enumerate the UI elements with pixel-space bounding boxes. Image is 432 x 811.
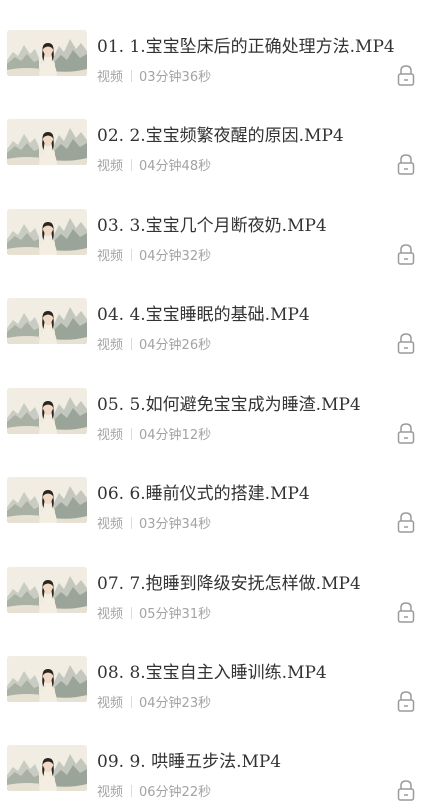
duration-label: 06分钟22秒 <box>139 785 212 800</box>
video-meta: 视频 04分钟48秒 <box>97 155 211 174</box>
video-title[interactable]: 01. 1.宝宝坠床后的正确处理方法.MP4 <box>97 32 395 57</box>
video-meta: 视频 04分钟32秒 <box>97 245 211 264</box>
meta-divider <box>131 517 133 529</box>
video-meta: 视频 05分钟31秒 <box>97 603 211 622</box>
video-thumbnail[interactable] <box>7 656 87 702</box>
lock-icon[interactable] <box>396 242 416 266</box>
list-item[interactable]: 05. 5.如何避免宝宝成为睡渣.MP4 视频 04分钟12秒 <box>0 382 432 454</box>
video-title[interactable]: 08. 8.宝宝自主入睡训练.MP4 <box>97 658 327 683</box>
duration-label: 04分钟23秒 <box>139 696 212 711</box>
lock-icon[interactable] <box>396 152 416 176</box>
lock-icon[interactable] <box>396 421 416 445</box>
meta-divider <box>131 159 133 171</box>
duration-label: 04分钟26秒 <box>139 338 212 353</box>
list-item[interactable]: 01. 1.宝宝坠床后的正确处理方法.MP4 视频 03分钟36秒 <box>0 24 432 96</box>
video-thumbnail[interactable] <box>7 30 87 76</box>
video-title[interactable]: 03. 3.宝宝几个月断夜奶.MP4 <box>97 211 327 236</box>
video-thumbnail[interactable] <box>7 298 87 344</box>
lock-icon[interactable] <box>396 63 416 87</box>
list-item[interactable]: 07. 7.抱睡到降级安抚怎样做.MP4 视频 05分钟31秒 <box>0 561 432 633</box>
meta-divider <box>131 696 133 708</box>
duration-label: 05分钟31秒 <box>139 607 212 622</box>
media-type-label: 视频 <box>97 696 124 711</box>
duration-label: 04分钟32秒 <box>139 249 212 264</box>
video-title[interactable]: 05. 5.如何避免宝宝成为睡渣.MP4 <box>97 390 361 415</box>
video-meta: 视频 03分钟34秒 <box>97 513 211 532</box>
media-type-label: 视频 <box>97 607 124 622</box>
lock-icon[interactable] <box>396 689 416 713</box>
duration-label: 03分钟34秒 <box>139 517 212 532</box>
video-thumbnail[interactable] <box>7 119 87 165</box>
duration-label: 03分钟36秒 <box>139 70 212 85</box>
meta-divider <box>131 249 133 261</box>
list-item[interactable]: 09. 9. 哄睡五步法.MP4 视频 06分钟22秒 <box>0 739 432 811</box>
list-item[interactable]: 03. 3.宝宝几个月断夜奶.MP4 视频 04分钟32秒 <box>0 203 432 275</box>
media-type-label: 视频 <box>97 70 124 85</box>
meta-divider <box>131 338 133 350</box>
video-thumbnail[interactable] <box>7 745 87 791</box>
video-title[interactable]: 09. 9. 哄睡五步法.MP4 <box>97 747 281 772</box>
video-meta: 视频 04分钟26秒 <box>97 334 211 353</box>
video-thumbnail[interactable] <box>7 209 87 255</box>
video-meta: 视频 04分钟12秒 <box>97 424 211 443</box>
lock-icon[interactable] <box>396 778 416 802</box>
media-type-label: 视频 <box>97 249 124 264</box>
media-type-label: 视频 <box>97 517 124 532</box>
video-thumbnail[interactable] <box>7 388 87 434</box>
lock-icon[interactable] <box>396 600 416 624</box>
duration-label: 04分钟48秒 <box>139 159 212 174</box>
lock-icon[interactable] <box>396 510 416 534</box>
video-meta: 视频 03分钟36秒 <box>97 66 211 85</box>
meta-divider <box>131 607 133 619</box>
lock-icon[interactable] <box>396 331 416 355</box>
media-type-label: 视频 <box>97 159 124 174</box>
media-type-label: 视频 <box>97 428 124 443</box>
duration-label: 04分钟12秒 <box>139 428 212 443</box>
list-item[interactable]: 08. 8.宝宝自主入睡训练.MP4 视频 04分钟23秒 <box>0 650 432 722</box>
video-thumbnail[interactable] <box>7 567 87 613</box>
media-type-label: 视频 <box>97 338 124 353</box>
list-item[interactable]: 06. 6.睡前仪式的搭建.MP4 视频 03分钟34秒 <box>0 471 432 543</box>
video-meta: 视频 04分钟23秒 <box>97 692 211 711</box>
video-thumbnail[interactable] <box>7 477 87 523</box>
video-title[interactable]: 06. 6.睡前仪式的搭建.MP4 <box>97 479 310 504</box>
meta-divider <box>131 70 133 82</box>
meta-divider <box>131 785 133 797</box>
video-title[interactable]: 02. 2.宝宝频繁夜醒的原因.MP4 <box>97 121 344 146</box>
list-item[interactable]: 04. 4.宝宝睡眠的基础.MP4 视频 04分钟26秒 <box>0 292 432 364</box>
video-title[interactable]: 04. 4.宝宝睡眠的基础.MP4 <box>97 300 310 325</box>
media-type-label: 视频 <box>97 785 124 800</box>
video-meta: 视频 06分钟22秒 <box>97 781 211 800</box>
meta-divider <box>131 428 133 440</box>
video-title[interactable]: 07. 7.抱睡到降级安抚怎样做.MP4 <box>97 569 361 594</box>
list-item[interactable]: 02. 2.宝宝频繁夜醒的原因.MP4 视频 04分钟48秒 <box>0 113 432 185</box>
